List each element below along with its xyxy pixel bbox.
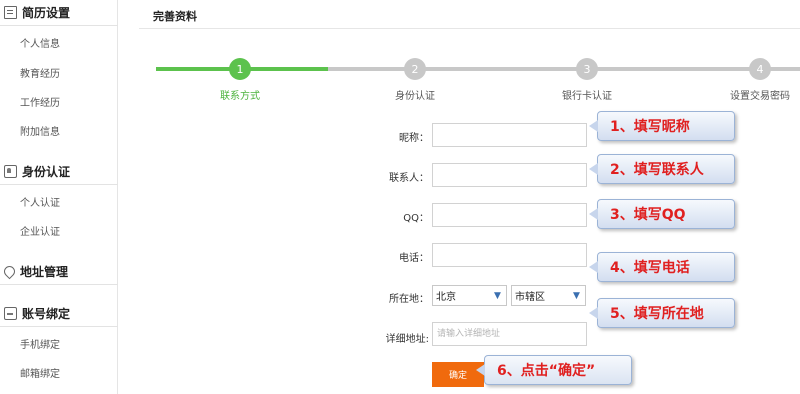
sidebar-section-resume[interactable]: 简历设置 xyxy=(0,0,118,26)
sidebar-item-phone-binding[interactable]: 手机绑定 xyxy=(20,338,60,354)
city-value: 北京 xyxy=(436,292,456,303)
qq-input[interactable] xyxy=(432,203,587,227)
callout-phone: 4、填写电话 xyxy=(589,252,735,282)
sidebar-item-personal-auth[interactable]: 个人认证 xyxy=(20,196,60,212)
step-4-circle: 4 xyxy=(749,58,771,80)
step-3-label: 银行卡认证 xyxy=(562,91,612,102)
sidebar-item-personal-info[interactable]: 个人信息 xyxy=(20,37,60,53)
qq-label: QQ： xyxy=(403,213,429,224)
id-card-icon xyxy=(4,165,17,178)
location-label: 所在地： xyxy=(389,294,429,305)
nickname-input[interactable] xyxy=(432,123,587,147)
address-input[interactable] xyxy=(432,322,587,346)
callout-qq: 3、填写QQ xyxy=(589,199,735,229)
contact-label: 联系人： xyxy=(389,173,429,184)
sidebar-section-title: 身份认证 xyxy=(22,165,71,179)
chevron-down-icon: ▼ xyxy=(494,290,501,301)
sidebar-section-title: 地址管理 xyxy=(20,265,69,279)
sidebar-item-additional[interactable]: 附加信息 xyxy=(20,125,60,141)
district-value: 市辖区 xyxy=(515,292,545,303)
sidebar-item-company-auth[interactable]: 企业认证 xyxy=(20,225,60,241)
step-4-label: 设置交易密码 xyxy=(730,91,790,102)
sidebar: 简历设置 个人信息 教育经历 工作经历 附加信息 身份认证 个人认证 企业认证 … xyxy=(0,0,118,394)
step-1-label: 联系方式 xyxy=(220,91,260,102)
contact-input[interactable] xyxy=(432,163,587,187)
step-progress-remaining xyxy=(328,67,800,71)
step-1-circle: 1 xyxy=(229,58,251,80)
sidebar-item-work[interactable]: 工作经历 xyxy=(20,96,60,112)
title-divider xyxy=(139,28,800,29)
step-3-circle: 3 xyxy=(576,58,598,80)
step-2-label: 身份认证 xyxy=(395,91,435,102)
callout-confirm: 6、点击“确定” xyxy=(476,355,632,385)
nickname-label: 昵称： xyxy=(399,133,429,144)
sidebar-item-education[interactable]: 教育经历 xyxy=(20,67,60,83)
account-icon xyxy=(4,307,17,320)
callout-contact: 2、填写联系人 xyxy=(589,154,735,184)
phone-label: 电话： xyxy=(399,253,429,264)
main-panel: 完善资料 1 2 3 4 联系方式 身份认证 银行卡认证 设置交易密码 昵称： … xyxy=(119,0,800,394)
phone-input[interactable] xyxy=(432,243,587,267)
city-select[interactable]: 北京 ▼ xyxy=(432,285,507,306)
resume-icon xyxy=(4,6,17,19)
callout-nickname: 1、填写昵称 xyxy=(589,111,735,141)
page-title: 完善资料 xyxy=(153,10,197,23)
sidebar-item-email-binding[interactable]: 邮箱绑定 xyxy=(20,367,60,383)
address-label: 详细地址: xyxy=(385,334,429,345)
district-select[interactable]: 市辖区 ▼ xyxy=(511,285,586,306)
step-2-circle: 2 xyxy=(404,58,426,80)
sidebar-section-address[interactable]: 地址管理 xyxy=(0,259,118,285)
sidebar-section-title: 账号绑定 xyxy=(22,307,71,321)
chevron-down-icon: ▼ xyxy=(573,290,580,301)
sidebar-section-identity[interactable]: 身份认证 xyxy=(0,159,118,185)
callout-location: 5、填写所在地 xyxy=(589,298,735,328)
sidebar-section-account[interactable]: 账号绑定 xyxy=(0,301,118,327)
sidebar-section-title: 简历设置 xyxy=(22,6,71,20)
location-pin-icon xyxy=(1,263,18,280)
